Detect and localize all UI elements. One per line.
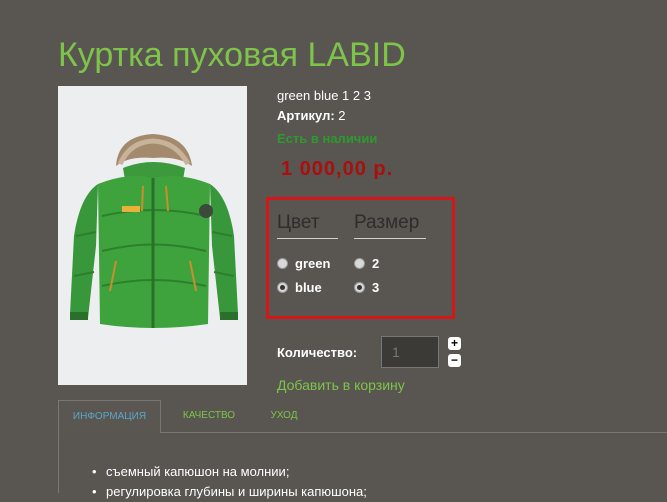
quantity-input[interactable]: 1 <box>381 336 439 368</box>
list-item: регулировка глубины и ширины капюшона; <box>92 482 367 502</box>
radio-checked-icon[interactable] <box>277 281 288 293</box>
quantity-label: Количество: <box>277 345 358 360</box>
sku-label: Артикул: <box>277 108 335 123</box>
quantity-decrease-button[interactable]: − <box>448 354 461 367</box>
size-option-label: 3 <box>372 279 380 295</box>
quantity-increase-button[interactable]: + <box>448 337 461 350</box>
tab-information[interactable]: ИНФОРМАЦИЯ <box>58 400 161 433</box>
jacket-photo <box>58 86 247 385</box>
color-option-label: green <box>295 255 331 271</box>
radio-checked-icon[interactable] <box>354 281 365 293</box>
size-option-3[interactable]: 3 <box>354 275 426 299</box>
color-option-label: blue <box>295 279 322 295</box>
size-option-2[interactable]: 2 <box>354 251 426 275</box>
product-image[interactable] <box>58 86 247 385</box>
color-option-group: Цвет green blue <box>277 212 338 299</box>
color-option-blue[interactable]: blue <box>277 275 338 299</box>
tab-care[interactable]: УХОД <box>259 400 309 433</box>
stock-status: Есть в наличии <box>277 131 378 146</box>
size-option-group: Размер 2 3 <box>354 212 426 299</box>
product-short-description: green blue 1 2 3 <box>277 88 371 103</box>
color-option-green[interactable]: green <box>277 251 338 275</box>
product-price: 1 000,00 р. <box>281 158 394 180</box>
add-to-cart-link[interactable]: Добавить в корзину <box>277 377 405 393</box>
radio-icon[interactable] <box>354 257 365 269</box>
tab-quality[interactable]: КАЧЕСТВО <box>170 400 248 433</box>
product-title: Куртка пуховая LABID <box>58 36 406 74</box>
radio-icon[interactable] <box>277 257 288 269</box>
size-option-label: 2 <box>372 255 380 271</box>
sku-value: 2 <box>338 108 346 123</box>
list-item: съемный капюшон на молнии; <box>92 462 367 482</box>
color-option-title: Цвет <box>277 212 338 239</box>
product-sku: Артикул: 2 <box>277 108 346 123</box>
size-option-title: Размер <box>354 212 426 239</box>
feature-list: съемный капюшон на молнии; регулировка г… <box>92 462 367 502</box>
